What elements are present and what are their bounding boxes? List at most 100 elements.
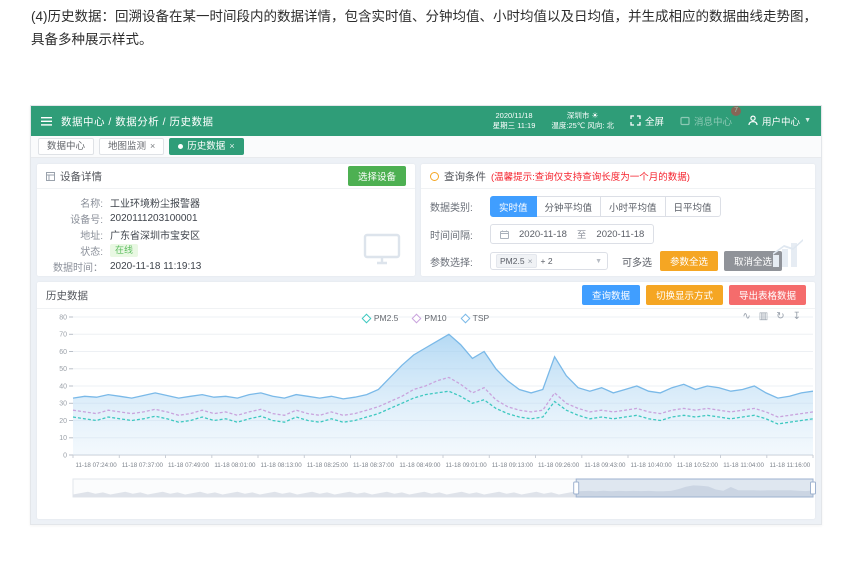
param-select[interactable]: PM2.5 × + 2 ▼ [490,252,608,270]
x-axis-label: 11-18 08:37:00 [353,462,395,469]
y-axis-label: 50 [59,366,67,373]
query-panel-header: 查询条件 (温馨提示:查询仅支持查询长度为一个月的数据) [421,164,815,189]
header-weekday-time: 星期三 11:19 [493,121,536,131]
device-field-label: 名称: [37,195,103,210]
menu-icon[interactable] [41,117,52,126]
y-axis-label: 20 [59,418,67,425]
category-button-日平均值[interactable]: 日平均值 [665,196,721,217]
header-datetime: 2020/11/18 星期三 11:19 [493,111,536,131]
save-image-tool-icon[interactable]: ↧ [793,311,801,322]
device-panel-title: 设备详情 [60,169,102,184]
bar-chart-icon [771,239,805,272]
device-field-label: 数据时间： [37,259,103,274]
device-field-row: 名称: 工业环境粉尘报警器 [37,194,415,210]
fullscreen-button[interactable]: 全屏 [630,114,664,128]
legend-item-TSP[interactable]: TSP [462,313,490,323]
tab-bar: 数据中心 地图监测 × 历史数据 × [31,136,821,158]
legend-label: PM2.5 [374,313,399,323]
y-axis-label: 0 [63,452,67,459]
tab-label: 地图监测 [108,140,146,153]
tab-历史数据[interactable]: 历史数据 × [169,138,243,155]
legend-item-PM2.5[interactable]: PM2.5 [363,313,399,323]
category-button-实时值[interactable]: 实时值 [490,196,537,217]
datazoom-handle-left[interactable] [574,482,579,494]
tab-close-icon[interactable]: × [150,140,155,153]
device-field-value: 广东省深圳市宝安区 [110,227,200,242]
legend-marker-icon [412,313,422,323]
message-icon [680,116,690,126]
device-field-row: 数据时间：2020-11-18 11:19:13 [37,258,415,274]
chart-area: PM2.5PM10TSP ∿▥↻↧ 0102030405060708011-18… [37,309,815,509]
device-field-label: 状态: [37,243,103,258]
restore-tool-icon[interactable]: ↻ [776,311,784,322]
device-field-value: 工业环境粉尘报警器 [110,195,200,210]
export-table-button[interactable]: 导出表格数据 [729,285,806,305]
history-panel-title: 历史数据 [46,288,88,303]
chart-toolbox: ∿ ▥ ↻ ↧ [742,311,801,322]
legend-marker-icon [361,313,371,323]
fullscreen-label: 全屏 [645,114,664,128]
sun-icon: ☀ [591,111,598,120]
app-header: 数据中心 / 数据分析 / 历史数据 2020/11/18 星期三 11:19 … [31,106,821,136]
chevron-down-icon: ▼ [804,117,811,124]
category-button-小时平均值[interactable]: 小时平均值 [600,196,666,217]
datazoom-handle-right[interactable] [811,482,816,494]
page-description: (4)历史数据：回溯设备在某一时间段内的数据详情，包含实时值、分钟均值、小时均值… [31,6,825,52]
switch-display-button[interactable]: 切换显示方式 [646,285,723,305]
calendar-icon [500,230,509,239]
y-axis-label: 40 [59,383,67,390]
legend-item-PM10[interactable]: PM10 [413,313,446,323]
history-buttons: 查询数据切换显示方式导出表格数据 [582,285,806,305]
content-area: 设备详情 选择设备 名称: 工业环境粉尘报警器设备号:20201112031000… [31,158,821,525]
polyline-tool-icon[interactable]: ∿ [742,311,750,322]
param-tag: PM2.5 × [496,254,537,268]
query-panel-title: 查询条件 [444,169,486,184]
tab-数据中心[interactable]: 数据中心 [38,138,94,155]
user-center-button[interactable]: 用户中心 ▼ [748,114,811,128]
tab-地图监测[interactable]: 地图监测 × [99,138,164,155]
query-hint: (温馨提示:查询仅支持查询长度为一个月的数据) [491,169,690,183]
query-data-button[interactable]: 查询数据 [582,285,640,305]
message-label: 消息中心 [694,114,732,128]
legend-label: TSP [473,313,490,323]
device-field-row: 设备号:2020111203100001 [37,210,415,226]
device-panel-icon [46,172,55,181]
datazoom-window[interactable] [576,479,813,497]
device-details-panel: 设备详情 选择设备 名称: 工业环境粉尘报警器设备号:20201112031000… [37,164,415,276]
date-start-value[interactable]: 2020-11-18 [519,229,567,240]
device-field-row: 地址:广东省深圳市宝安区 [37,226,415,242]
time-range-label: 时间间隔: [430,227,490,242]
date-range-input[interactable]: 2020-11-18 至 2020-11-18 [490,224,654,244]
message-center-button[interactable]: 消息中心 7 [680,114,732,128]
query-conditions-panel: 查询条件 (温馨提示:查询仅支持查询长度为一个月的数据) 数据类别: 实时值分钟… [421,164,815,276]
series-area-TSP [73,334,813,455]
multi-select-hint: 可多选 [622,254,652,269]
data-category-group: 实时值分钟平均值小时平均值日平均值 [490,196,721,217]
history-line-chart: 0102030405060708011-18 07:24:0011-18 07:… [45,309,821,509]
x-axis-label: 11-18 09:43:00 [584,462,626,469]
legend-marker-icon [460,313,470,323]
date-separator: 至 [577,227,587,241]
param-tag-label: PM2.5 [500,255,525,267]
x-axis-label: 11-18 10:52:00 [677,462,719,469]
y-axis-label: 60 [59,349,67,356]
weather-city: 深圳市 [567,111,590,120]
category-button-分钟平均值[interactable]: 分钟平均值 [536,196,602,217]
x-axis-label: 11-18 10:40:00 [631,462,673,469]
header-weather: 深圳市 ☀ 温度:25℃ 风向: 北 [551,111,614,132]
tab-label: 历史数据 [187,140,225,153]
tag-close-icon[interactable]: × [528,255,533,267]
select-all-params-button[interactable]: 参数全选 [660,251,718,271]
bar-tool-icon[interactable]: ▥ [759,311,768,322]
param-select-row: 参数选择: PM2.5 × + 2 ▼ 可多选 参数全选 取消全选 [421,251,815,271]
date-end-value[interactable]: 2020-11-18 [596,229,644,240]
tab-close-icon[interactable]: × [229,140,234,153]
device-fields: 名称: 工业环境粉尘报警器设备号:2020111203100001地址:广东省深圳… [37,189,415,274]
select-chevron-icon: ▼ [595,258,602,265]
breadcrumb: 数据中心 / 数据分析 / 历史数据 [61,114,214,129]
param-more-count: + 2 [541,256,553,266]
select-device-button[interactable]: 选择设备 [348,166,406,186]
device-field-label: 设备号: [37,211,103,226]
device-field-row: 状态:在线 [37,242,415,258]
header-date: 2020/11/18 [493,111,536,121]
